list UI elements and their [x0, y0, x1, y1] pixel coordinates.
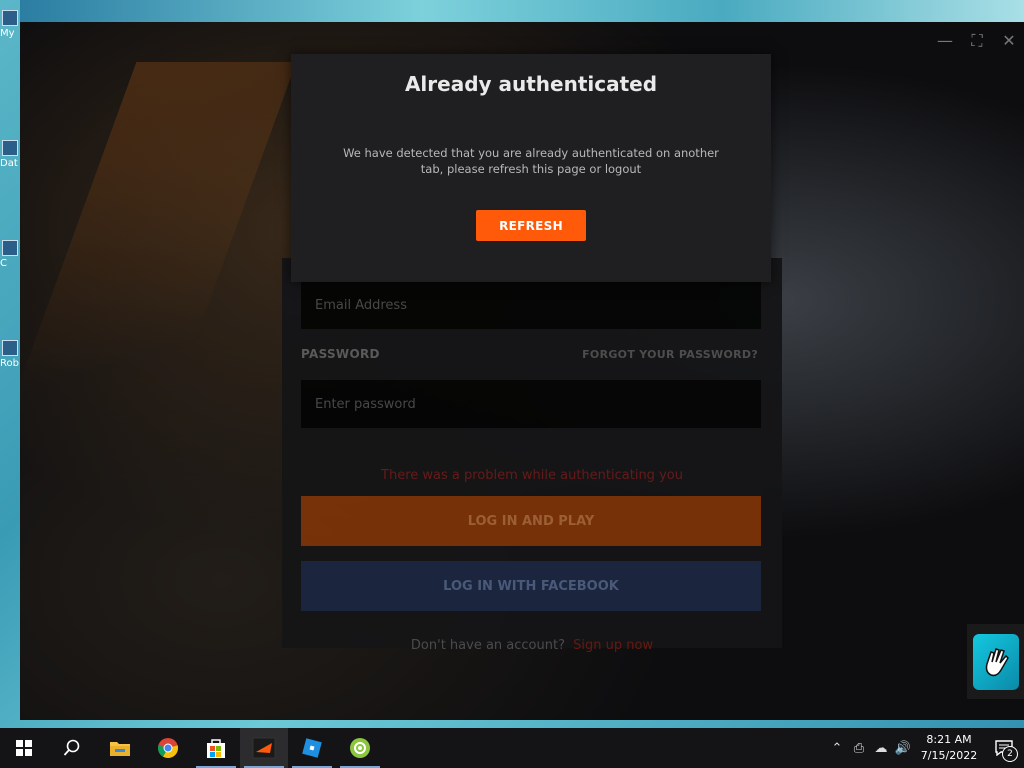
- chevron-up-icon[interactable]: ⌃: [826, 741, 848, 756]
- desktop-icon-label: My: [0, 28, 15, 39]
- desktop-icon-roblox[interactable]: Rob: [0, 340, 20, 369]
- minimize-icon[interactable]: —: [936, 32, 954, 50]
- clock-date: 7/15/2022: [920, 749, 978, 762]
- taskbar-file-explorer[interactable]: [96, 728, 144, 768]
- wave-hand-icon: [972, 633, 1019, 690]
- close-icon[interactable]: ✕: [1000, 32, 1018, 50]
- this-pc-icon: [2, 10, 18, 26]
- email-input[interactable]: [313, 296, 761, 314]
- sign-up-link[interactable]: Sign up now: [573, 638, 653, 653]
- desktop-icon-label: C: [0, 258, 7, 269]
- desktop-icons: My Dat C Rob: [0, 0, 20, 720]
- game-launcher-icon: [252, 737, 276, 759]
- search-icon: [63, 739, 80, 756]
- desktop-icon-label: Dat: [0, 158, 18, 169]
- email-field[interactable]: [301, 281, 761, 329]
- start-icon: [16, 740, 32, 756]
- taskbar: ⌃ ⎙ ☁ 🔊 8:21 AM 7/15/2022 2: [0, 728, 1024, 768]
- log-in-with-facebook-button[interactable]: LOG IN WITH FACEBOOK: [301, 561, 761, 611]
- volume-icon[interactable]: 🔊: [892, 741, 914, 756]
- camera-app-icon: [350, 738, 370, 758]
- file-explorer-icon: [110, 742, 130, 756]
- desktop-icon-c[interactable]: C: [0, 240, 20, 269]
- dialog-title: Already authenticated: [404, 72, 658, 96]
- login-panel: PASSWORD FORGOT YOUR PASSWORD? There was…: [282, 258, 782, 653]
- network-icon[interactable]: ⎙: [848, 741, 870, 756]
- taskbar-game-launcher[interactable]: [240, 728, 288, 768]
- taskbar-camera-app[interactable]: [336, 728, 384, 768]
- password-field[interactable]: [301, 380, 761, 428]
- clock-time: 8:21 AM: [926, 733, 972, 746]
- maximize-icon[interactable]: ⛶: [968, 32, 986, 50]
- roblox-icon: [2, 340, 18, 356]
- auth-error-message: There was a problem while authenticating…: [381, 468, 683, 483]
- desktop-icon-this-pc[interactable]: My: [0, 10, 20, 39]
- action-center-button[interactable]: 2: [984, 728, 1024, 768]
- log-in-and-play-button[interactable]: LOG IN AND PLAY: [301, 496, 761, 546]
- window-controls: — ⛶ ✕: [936, 32, 1018, 50]
- password-label: PASSWORD: [301, 347, 380, 361]
- desktop-icon-data[interactable]: Dat: [0, 140, 20, 169]
- taskbar-chrome[interactable]: [144, 728, 192, 768]
- folder-icon: [2, 140, 18, 156]
- dialog-message: We have detected that you are already au…: [343, 146, 719, 176]
- password-input[interactable]: [313, 395, 761, 413]
- forgot-password-link[interactable]: FORGOT YOUR PASSWORD?: [582, 348, 758, 361]
- signup-row: Don't have an account? Sign up now: [282, 638, 782, 653]
- roblox-icon: [302, 738, 322, 758]
- chrome-icon: [157, 738, 179, 759]
- no-account-text: Don't have an account?: [410, 638, 565, 653]
- app-icon: [2, 240, 18, 256]
- clock[interactable]: 8:21 AM 7/15/2022: [914, 732, 984, 764]
- app-window: — ⛶ ✕ PASSWORD FORGOT YOUR PASSWORD? The…: [20, 22, 1024, 720]
- taskbar-store[interactable]: [192, 728, 240, 768]
- desktop-icon-label: Rob: [0, 358, 19, 369]
- taskbar-roblox[interactable]: [288, 728, 336, 768]
- system-tray: ⌃ ⎙ ☁ 🔊 8:21 AM 7/15/2022 2: [826, 728, 1024, 768]
- notification-count-badge: 2: [1002, 746, 1018, 762]
- store-icon: [207, 739, 225, 758]
- desktop-wallpaper-strip: [20, 0, 1024, 22]
- already-authenticated-dialog: Already authenticated We have detected t…: [291, 54, 771, 282]
- side-notification-badge[interactable]: [967, 624, 1024, 699]
- refresh-button[interactable]: REFRESH: [476, 210, 586, 241]
- start-button[interactable]: [0, 728, 48, 768]
- search-button[interactable]: [48, 728, 96, 768]
- onedrive-cloud-icon[interactable]: ☁: [870, 741, 892, 756]
